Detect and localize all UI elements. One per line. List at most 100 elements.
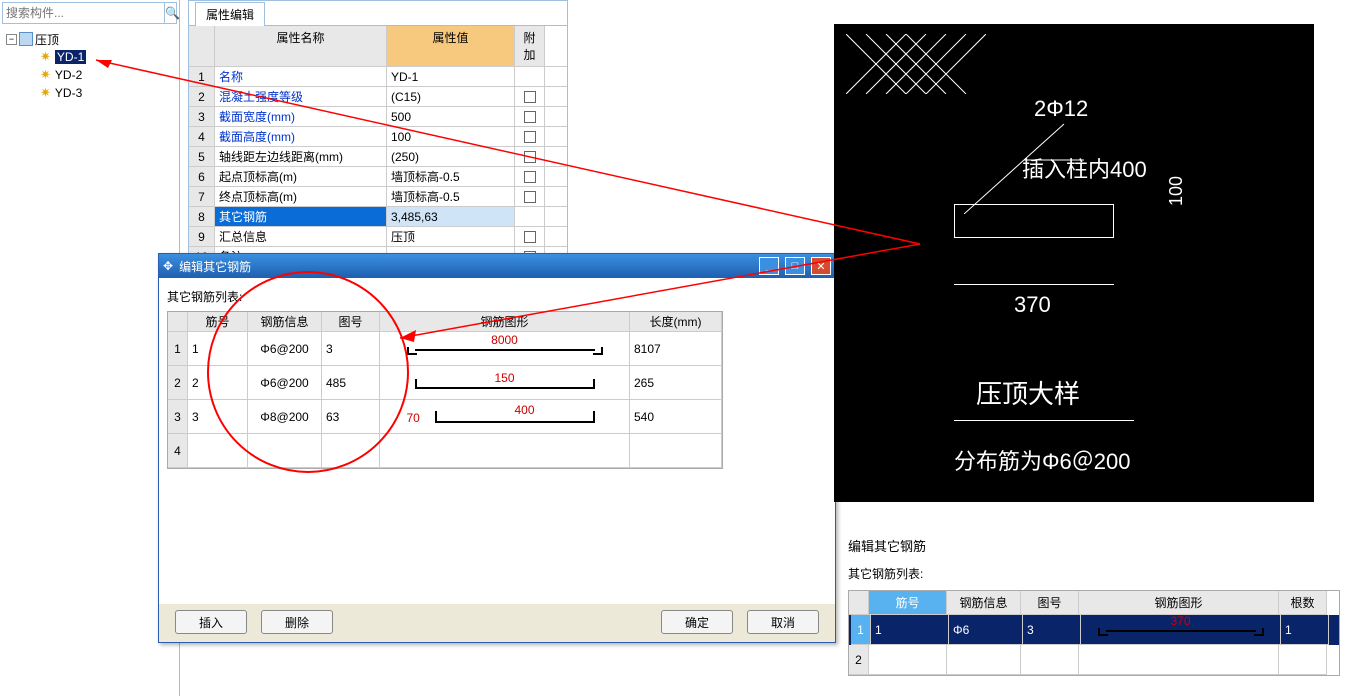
- search-input[interactable]: [3, 3, 164, 23]
- edit-rebar-dialog: ✥ 编辑其它钢筋 _ □ ✕ 其它钢筋列表: 筋号 钢筋信息 图号 钢筋图形 长…: [158, 253, 836, 643]
- prop-value[interactable]: 100: [387, 127, 515, 146]
- checkbox-icon[interactable]: [524, 191, 536, 203]
- cell-fig[interactable]: 485: [322, 366, 380, 400]
- property-row[interactable]: 6起点顶标高(m)墙顶标高-0.5: [189, 167, 567, 187]
- cell-fig[interactable]: [322, 434, 380, 468]
- prop-value[interactable]: (C15): [387, 87, 515, 106]
- cell-id[interactable]: [188, 434, 248, 468]
- cell-id[interactable]: 1: [188, 332, 248, 366]
- cell-fig[interactable]: 3: [1023, 615, 1081, 645]
- cancel-button[interactable]: 取消: [747, 610, 819, 634]
- property-tab[interactable]: 属性编辑: [195, 2, 265, 26]
- property-row[interactable]: 3截面宽度(mm)500: [189, 107, 567, 127]
- prop-extra[interactable]: [515, 147, 545, 166]
- cad-title: 压顶大样: [976, 374, 1080, 411]
- prop-value[interactable]: 500: [387, 107, 515, 126]
- prop-extra[interactable]: [515, 227, 545, 246]
- cell-fig[interactable]: 3: [322, 332, 380, 366]
- cell-id[interactable]: 1: [871, 615, 949, 645]
- rebar-grid: 筋号 钢筋信息 图号 钢筋图形 长度(mm) 11Φ6@200380008107…: [167, 311, 723, 469]
- prop-value[interactable]: 3,485,63: [387, 207, 515, 226]
- checkbox-icon[interactable]: [524, 91, 536, 103]
- property-header: 属性名称 属性值 附加: [189, 26, 567, 67]
- bottom-row[interactable]: 2: [849, 645, 1339, 675]
- checkbox-icon[interactable]: [524, 151, 536, 163]
- prop-extra[interactable]: [515, 127, 545, 146]
- prop-extra[interactable]: [515, 207, 545, 226]
- tree-item[interactable]: ✷ YD-3: [6, 84, 173, 102]
- minimize-button[interactable]: _: [759, 257, 779, 275]
- checkbox-icon[interactable]: [524, 231, 536, 243]
- bottom-rebar-panel: 编辑其它钢筋 其它钢筋列表: 筋号 钢筋信息 图号 钢筋图形 根数 11Φ633…: [838, 530, 1350, 680]
- property-row[interactable]: 8其它钢筋3,485,63: [189, 207, 567, 227]
- cell-id[interactable]: 3: [188, 400, 248, 434]
- search-icon[interactable]: 🔍: [164, 3, 180, 23]
- property-row[interactable]: 2混凝土强度等级(C15): [189, 87, 567, 107]
- tree-item[interactable]: ✷ YD-1: [6, 48, 173, 66]
- cell-info[interactable]: [248, 434, 322, 468]
- cell-info[interactable]: [947, 645, 1021, 675]
- row-num: 8: [189, 207, 215, 226]
- tree-root[interactable]: − 压顶: [6, 30, 173, 48]
- checkbox-icon[interactable]: [524, 111, 536, 123]
- property-row[interactable]: 4截面高度(mm)100: [189, 127, 567, 147]
- dialog-titlebar[interactable]: ✥ 编辑其它钢筋 _ □ ✕: [159, 254, 835, 278]
- collapse-icon[interactable]: −: [6, 34, 17, 45]
- hatch-pattern: [846, 34, 986, 94]
- checkbox-icon[interactable]: [524, 131, 536, 143]
- cell-len[interactable]: 265: [630, 366, 722, 400]
- bottom-grid: 筋号 钢筋信息 图号 钢筋图形 根数 11Φ6337012: [848, 590, 1340, 676]
- prop-extra[interactable]: [515, 107, 545, 126]
- maximize-button[interactable]: □: [785, 257, 805, 275]
- prop-value[interactable]: 墙顶标高-0.5: [387, 167, 515, 186]
- property-row[interactable]: 9汇总信息压顶: [189, 227, 567, 247]
- ok-button[interactable]: 确定: [661, 610, 733, 634]
- rebar-row[interactable]: 4: [168, 434, 722, 468]
- col-shape: 钢筋图形: [1079, 591, 1279, 615]
- cell-info[interactable]: Φ8@200: [248, 400, 322, 434]
- cell-info[interactable]: Φ6@200: [248, 332, 322, 366]
- cell-count[interactable]: 1: [1281, 615, 1329, 645]
- cell-info[interactable]: Φ6@200: [248, 366, 322, 400]
- cell-info[interactable]: Φ6: [949, 615, 1023, 645]
- cell-id[interactable]: 2: [188, 366, 248, 400]
- list-label: 其它钢筋列表:: [167, 288, 827, 305]
- tree-item-label: YD-2: [55, 68, 82, 82]
- prop-extra[interactable]: [515, 87, 545, 106]
- property-row[interactable]: 7终点顶标高(m)墙顶标高-0.5: [189, 187, 567, 207]
- cell-fig[interactable]: 63: [322, 400, 380, 434]
- rebar-row[interactable]: 33Φ8@2006370400540: [168, 400, 722, 434]
- col-id: 筋号: [188, 312, 248, 332]
- prop-label: 终点顶标高(m): [215, 187, 387, 206]
- bottom-row[interactable]: 11Φ633701: [849, 615, 1339, 645]
- col-extra: 附加: [515, 26, 545, 66]
- col-shape: 钢筋图形: [380, 312, 630, 332]
- prop-extra[interactable]: [515, 167, 545, 186]
- tree-item[interactable]: ✷ YD-2: [6, 66, 173, 84]
- prop-extra[interactable]: [515, 67, 545, 86]
- checkbox-icon[interactable]: [524, 171, 536, 183]
- cell-fig[interactable]: [1021, 645, 1079, 675]
- prop-value[interactable]: YD-1: [387, 67, 515, 86]
- bottom-grid-header: 筋号 钢筋信息 图号 钢筋图形 根数: [849, 591, 1339, 615]
- tree-panel: 🔍 − 压顶 ✷ YD-1 ✷ YD-2 ✷ YD-3: [0, 0, 180, 696]
- prop-value[interactable]: (250): [387, 147, 515, 166]
- property-row[interactable]: 1名称YD-1: [189, 67, 567, 87]
- cad-note: 分布筋为Φ6＠200: [954, 444, 1131, 476]
- delete-button[interactable]: 删除: [261, 610, 333, 634]
- prop-value[interactable]: 墙顶标高-0.5: [387, 187, 515, 206]
- prop-value[interactable]: 压顶: [387, 227, 515, 246]
- prop-extra[interactable]: [515, 187, 545, 206]
- close-button[interactable]: ✕: [811, 257, 831, 275]
- row-num: 2: [849, 645, 869, 675]
- rebar-row[interactable]: 11Φ6@200380008107: [168, 332, 722, 366]
- cell-len[interactable]: 540: [630, 400, 722, 434]
- property-row[interactable]: 5轴线距左边线距离(mm)(250): [189, 147, 567, 167]
- cell-len[interactable]: [630, 434, 722, 468]
- rebar-row[interactable]: 22Φ6@200485150265: [168, 366, 722, 400]
- insert-button[interactable]: 插入: [175, 610, 247, 634]
- cell-id[interactable]: [869, 645, 947, 675]
- cell-count[interactable]: [1279, 645, 1327, 675]
- cell-len[interactable]: 8107: [630, 332, 722, 366]
- col-name: 属性名称: [215, 26, 387, 66]
